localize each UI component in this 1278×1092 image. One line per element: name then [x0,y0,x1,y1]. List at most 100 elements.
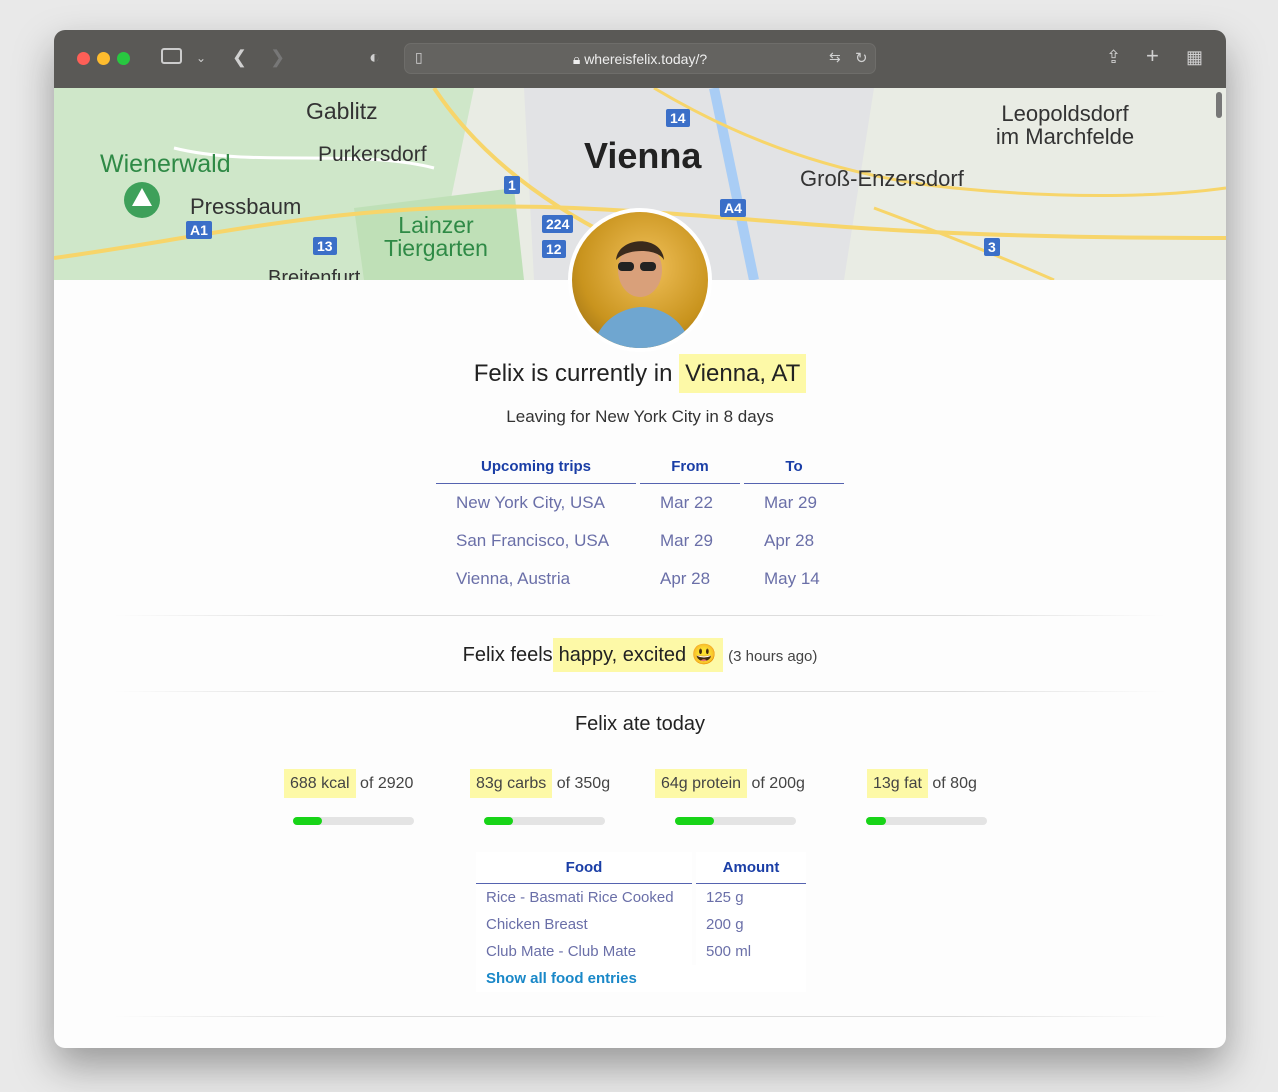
mood-time: (3 hours ago) [728,648,818,665]
column-header: To [744,450,844,484]
forward-icon[interactable]: ❯ [270,47,285,68]
translate-icon[interactable]: ⇆ [829,49,841,66]
divider [114,691,1166,692]
lock-icon: 🔒︎ [572,51,581,67]
road-shield: A1 [186,221,212,239]
table-row: Chicken Breast 200 g [476,911,806,938]
road-shield: 1 [504,176,520,194]
current-location: Felix is currently in Vienna, AT [54,354,1226,393]
zoom-button[interactable] [117,52,130,65]
mood-prefix: Felix feels [462,644,553,666]
table-row: Vienna, Austria Apr 28 May 14 [436,560,844,598]
macro-value: 64g protein [655,769,748,798]
macro-goal: of 2920 [360,775,414,792]
column-header: Food [476,852,692,884]
map-label: Pressbaum [190,194,302,219]
table-row: Club Mate - Club Mate 500 ml [476,938,806,965]
trip-from: Mar 29 [660,531,713,550]
trip-to: Mar 29 [764,493,817,512]
map-label: Gablitz [306,98,378,124]
mood-value: happy, excited [558,644,687,666]
avatar [568,208,712,352]
progress-bar-protein [675,817,796,825]
macro-goal: of 200g [751,775,805,792]
table-row: New York City, USA Mar 22 Mar 29 [436,484,844,522]
back-icon[interactable]: ❮ [232,47,247,68]
food-title: Felix ate today [574,713,706,735]
trips-table: Upcoming trips From To New York City, US… [432,450,848,598]
map-label: Leopoldsdorf im Marchfelde [995,101,1135,150]
trip-destination: San Francisco, USA [456,531,610,550]
trip-destination: Vienna, Austria [456,569,571,588]
mood: Felix feels happy, excited 😃 (3 hours ago… [54,638,1226,672]
map-label: Purkersdorf [318,143,427,166]
progress-fill [293,817,322,825]
macro-value: 13g fat [867,769,928,798]
trip-to: May 14 [764,569,820,588]
map-label: Groß-Enzersdorf [800,166,964,191]
trip-from: Mar 22 [660,493,713,512]
url-text: whereisfelix.today/? [584,51,708,67]
progress-bar-kcal [293,817,414,825]
tab-overview-icon[interactable]: ▦ [1186,47,1203,68]
food-amount: 125 g [696,884,806,911]
share-icon[interactable]: ⇪ [1106,47,1121,68]
road-shield: A4 [720,199,746,217]
road-shield: 14 [666,109,690,127]
macro-fat: 13g fat of 80g [867,769,977,798]
macro-protein: 64g protein of 200g [655,769,805,798]
road-shield: 224 [542,215,574,233]
macro-kcal: 688 kcal of 2920 [284,769,414,798]
column-header: From [640,450,740,484]
progress-bar-carbs [484,817,605,825]
trip-destination: New York City, USA [456,493,605,512]
browser-window: ⌄ ❮ ❯ ◐ ▯ 🔒︎ whereisfelix.today/? ⇆ ↻ ⇪ … [54,30,1226,1048]
progress-fill [675,817,714,825]
reload-icon[interactable]: ↻ [855,49,868,67]
progress-bar-fat [866,817,987,825]
food-name: Club Mate - Club Mate [476,938,692,965]
close-button[interactable] [77,52,90,65]
location-highlight: Vienna, AT [679,354,807,393]
table-row: Rice - Basmati Rice Cooked 125 g [476,884,806,911]
trip-to: Apr 28 [764,531,815,550]
map-label: Wienerwald [100,150,231,178]
macro-carbs: 83g carbs of 350g [470,769,611,798]
divider [114,615,1166,616]
new-tab-icon[interactable]: + [1146,43,1159,69]
progress-fill [484,817,513,825]
food-table: Food Amount Rice - Basmati Rice Cooked 12… [472,852,810,992]
macro-goal: of 350g [556,775,611,792]
table-row: San Francisco, USA Mar 29 Apr 28 [436,522,844,560]
column-header: Amount [696,852,806,884]
leaving-text: Leaving for New York City in 8 days [506,407,774,426]
road-shield: 13 [313,237,337,255]
road-shield: 12 [542,240,566,258]
chevron-down-icon[interactable]: ⌄ [196,51,206,65]
map-label-city: Vienna [584,135,702,176]
food-amount: 500 ml [696,938,806,965]
mood-highlight: happy, excited 😃 [552,638,723,672]
map-label: Lainzer Tiergarten [384,212,488,261]
minimize-button[interactable] [97,52,110,65]
sidebar-icon[interactable] [161,48,182,64]
scrollbar[interactable] [1216,92,1222,118]
food-name: Chicken Breast [476,911,692,938]
status-prefix: Felix is currently in [473,360,673,387]
address-bar[interactable]: ▯ 🔒︎ whereisfelix.today/? ⇆ ↻ [404,43,876,74]
road-shield: 3 [984,238,1000,256]
smiley-icon: 😃 [691,644,717,666]
trip-from: Apr 28 [660,569,711,588]
macro-value: 688 kcal [284,769,356,798]
food-amount: 200 g [696,911,806,938]
shield-icon[interactable]: ◐ [369,47,380,68]
macro-value: 83g carbs [470,769,553,798]
divider [114,1016,1166,1017]
title-bar: ⌄ ❮ ❯ ◐ ▯ 🔒︎ whereisfelix.today/? ⇆ ↻ ⇪ … [54,30,1226,88]
column-header: Upcoming trips [436,450,636,484]
show-all-food-link[interactable]: Show all food entries [486,970,637,987]
progress-fill [866,817,886,825]
macro-goal: of 80g [932,775,977,792]
food-name: Rice - Basmati Rice Cooked [476,884,692,911]
map-label: Breitenfurt [268,267,361,280]
